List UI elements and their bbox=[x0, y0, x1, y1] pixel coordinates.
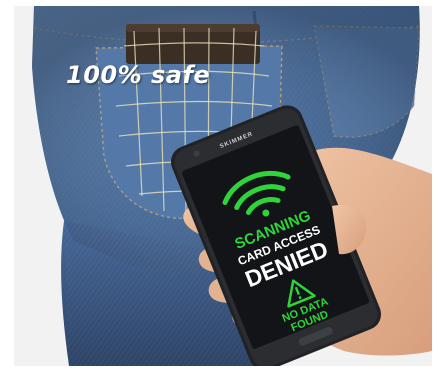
caption-100-percent-safe: 100% safe bbox=[66, 61, 211, 89]
photo-scene: SKIMMER SCANNING CARD ACCESS DENIED NO D… bbox=[14, 6, 432, 366]
photo-frame: SKIMMER SCANNING CARD ACCESS DENIED NO D… bbox=[14, 6, 432, 366]
